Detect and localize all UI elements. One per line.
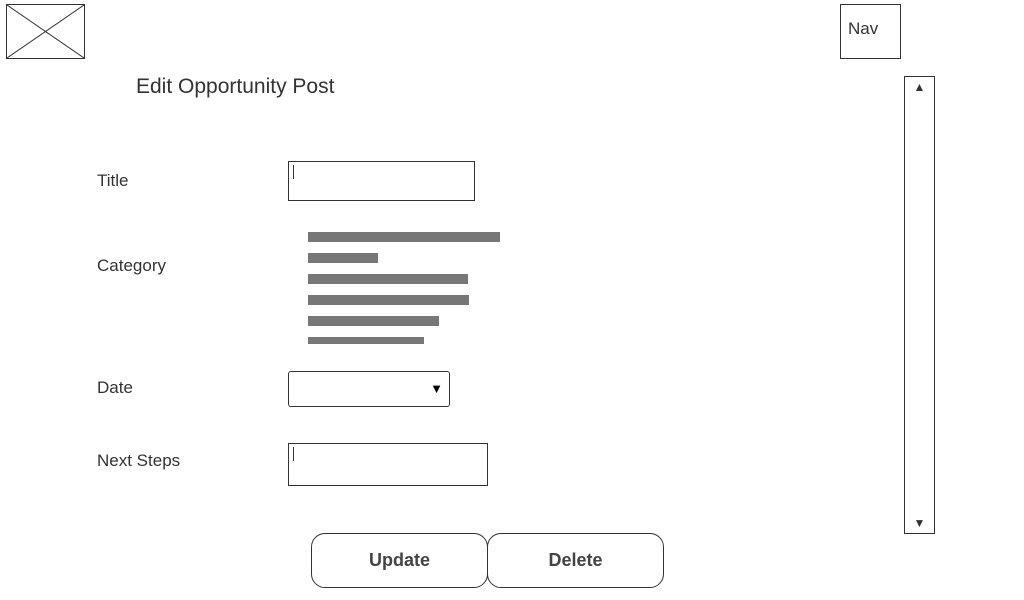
text-caret (293, 447, 294, 461)
page-title: Edit Opportunity Post (136, 75, 335, 98)
scroll-down-icon[interactable]: ▼ (905, 516, 934, 530)
placeholder-text-line (308, 316, 439, 326)
delete-button[interactable]: Delete (487, 533, 664, 588)
category-label: Category (97, 256, 166, 275)
next-steps-label: Next Steps (97, 451, 181, 470)
logo-placeholder (6, 4, 85, 59)
placeholder-text-line (308, 337, 424, 344)
title-input[interactable] (288, 161, 475, 201)
date-label: Date (97, 378, 133, 397)
image-placeholder-icon (7, 5, 84, 58)
title-label: Title (97, 171, 129, 190)
date-select[interactable]: ▼ (288, 371, 450, 407)
placeholder-text-line (308, 232, 500, 242)
vertical-scrollbar[interactable]: ▲ ▼ (904, 76, 935, 534)
placeholder-text-line (308, 274, 468, 284)
nav-button[interactable]: Nav (840, 4, 901, 59)
placeholder-text-line (308, 253, 378, 263)
update-button[interactable]: Update (311, 533, 488, 588)
next-steps-input[interactable] (288, 443, 488, 486)
placeholder-text-line (308, 295, 469, 305)
scroll-up-icon[interactable]: ▲ (905, 80, 934, 94)
text-caret (293, 165, 294, 179)
caret-down-icon: ▼ (430, 381, 443, 396)
